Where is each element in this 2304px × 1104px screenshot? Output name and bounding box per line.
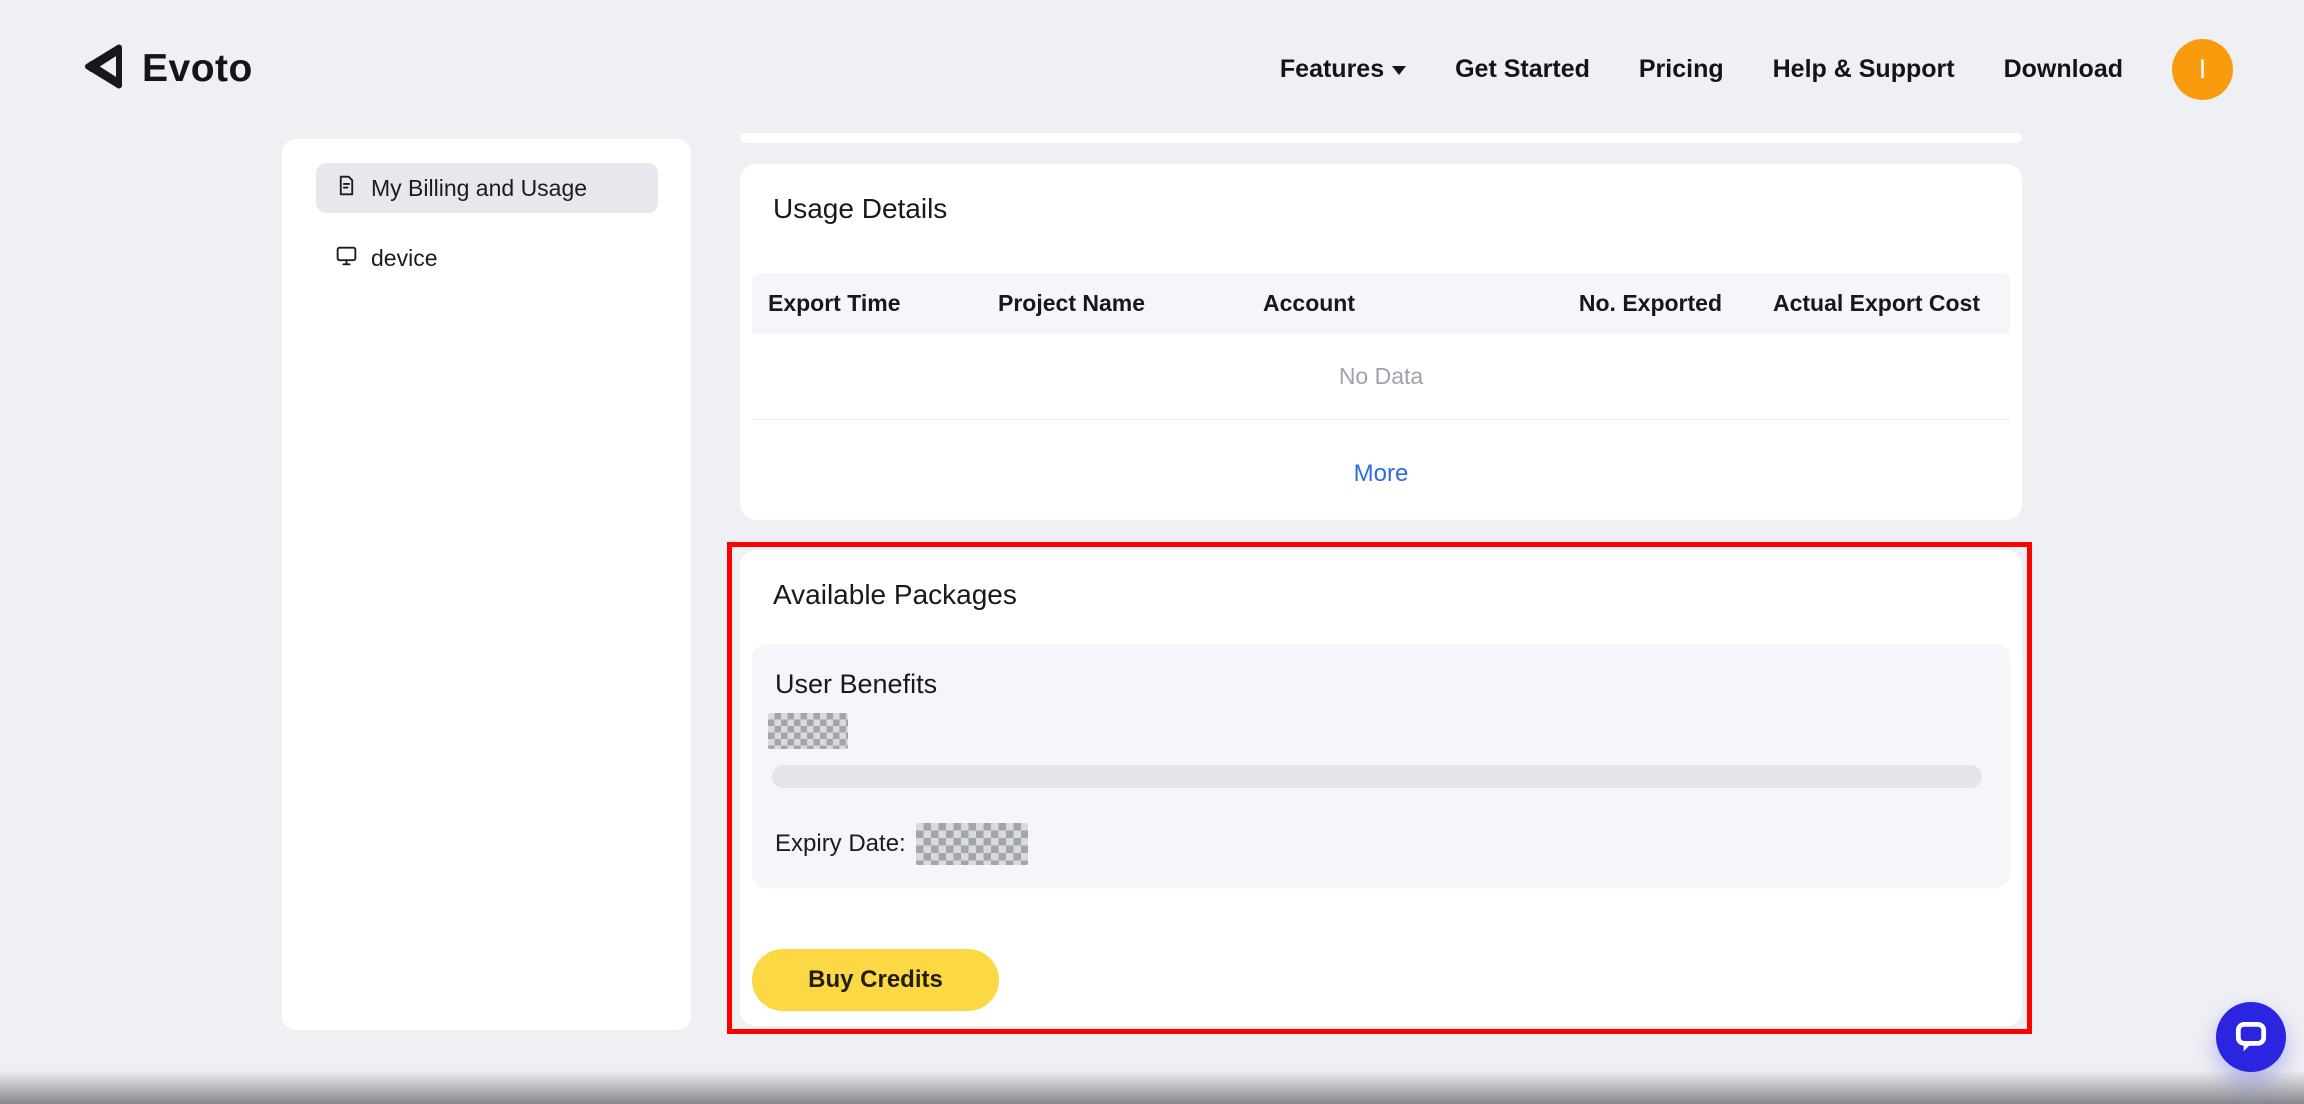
nav-item-help-support[interactable]: Help & Support <box>1773 55 1955 84</box>
user-benefits-title: User Benefits <box>775 669 1990 700</box>
sidebar-panel: My Billing and Usage device <box>282 139 691 1030</box>
available-packages-title: Available Packages <box>773 579 2022 611</box>
user-avatar[interactable]: I <box>2172 39 2233 100</box>
top-nav-bar: Evoto Features Get Started Pricing Help … <box>0 0 2304 138</box>
column-header-export-time: Export Time <box>752 290 982 317</box>
brand-wordmark: Evoto <box>142 47 253 91</box>
monitor-icon <box>334 243 359 274</box>
benefits-progress-bar <box>772 765 1982 788</box>
evoto-logo-icon <box>81 39 127 99</box>
bottom-fade-gradient <box>0 1070 2304 1104</box>
sidebar-item-billing-usage[interactable]: My Billing and Usage <box>316 163 658 213</box>
redacted-expiry-value <box>916 823 1028 865</box>
nav-item-features[interactable]: Features <box>1280 55 1406 84</box>
more-link[interactable]: More <box>1354 460 1409 487</box>
available-packages-card: Available Packages User Benefits Expiry … <box>740 550 2022 1026</box>
sidebar-item-label: My Billing and Usage <box>371 175 587 202</box>
no-data-text: No Data <box>1339 363 1423 390</box>
nav-item-pricing[interactable]: Pricing <box>1639 55 1724 84</box>
nav-item-download[interactable]: Download <box>2004 55 2123 84</box>
chevron-down-icon <box>1392 66 1406 75</box>
column-header-no-exported: No. Exported <box>1577 290 1722 317</box>
sidebar-item-device[interactable]: device <box>316 233 658 283</box>
chat-bubble-icon <box>2232 1017 2270 1058</box>
usage-details-title: Usage Details <box>773 193 2022 225</box>
redacted-credits-value <box>768 713 848 749</box>
usage-table: Export Time Project Name Account No. Exp… <box>752 273 2010 420</box>
more-link-wrap: More <box>740 460 2022 488</box>
column-header-project-name: Project Name <box>982 290 1247 317</box>
table-header-row: Export Time Project Name Account No. Exp… <box>752 273 2010 334</box>
column-header-account: Account <box>1247 290 1577 317</box>
main-nav: Features Get Started Pricing Help & Supp… <box>1280 0 2233 138</box>
nav-item-get-started[interactable]: Get Started <box>1455 55 1590 84</box>
expiry-date-label: Expiry Date: <box>775 830 906 858</box>
usage-details-card: Usage Details Export Time Project Name A… <box>740 164 2022 520</box>
user-benefits-panel: User Benefits Expiry Date: <box>752 644 2010 888</box>
column-header-actual-export-cost: Actual Export Cost <box>1722 290 2010 317</box>
brand-logo[interactable]: Evoto <box>81 0 253 138</box>
document-icon <box>334 173 359 204</box>
scrolled-card-bottom-edge <box>740 133 2022 143</box>
sidebar-item-label: device <box>371 245 437 272</box>
buy-credits-button[interactable]: Buy Credits <box>752 949 999 1011</box>
expiry-row: Expiry Date: <box>775 823 1990 865</box>
table-empty-row: No Data <box>752 334 2010 420</box>
page: Evoto Features Get Started Pricing Help … <box>0 0 2304 1104</box>
chat-widget-button[interactable] <box>2216 1002 2286 1072</box>
